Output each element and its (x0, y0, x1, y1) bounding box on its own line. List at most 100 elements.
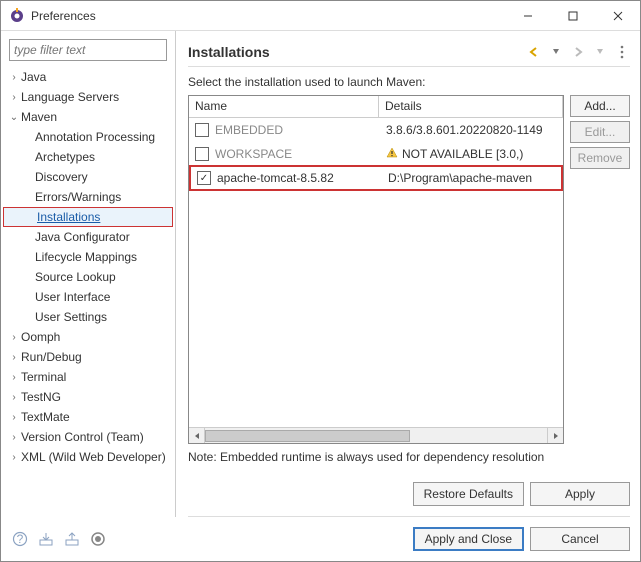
edit-button[interactable]: Edit... (570, 121, 630, 143)
close-button[interactable] (595, 1, 640, 30)
preferences-window: Preferences ›Java›Language Servers⌄Maven… (0, 0, 641, 562)
horizontal-scrollbar[interactable] (189, 427, 563, 443)
forward-menu-icon[interactable] (592, 44, 608, 60)
table-header: Name Details (189, 96, 563, 118)
tree-item[interactable]: ›XML (Wild Web Developer) (1, 447, 175, 467)
export-icon[interactable] (63, 530, 81, 548)
table-body: EMBEDDED3.8.6/3.8.601.20220820-1149WORKS… (189, 118, 563, 427)
tree-item[interactable]: ›Version Control (Team) (1, 427, 175, 447)
tree-item-label: Terminal (21, 370, 66, 384)
tree-item-label: Discovery (35, 170, 88, 184)
tree-item-label: User Settings (35, 310, 107, 324)
add-button[interactable]: Add... (570, 95, 630, 117)
row-checkbox[interactable] (195, 123, 209, 137)
menu-icon[interactable] (614, 44, 630, 60)
tree-item-label: Language Servers (21, 90, 119, 104)
chevron-down-icon[interactable]: ⌄ (7, 112, 21, 123)
tree-item[interactable]: ›Run/Debug (1, 347, 175, 367)
import-icon[interactable] (37, 530, 55, 548)
row-name: EMBEDDED (215, 123, 380, 137)
table-buttons: Add... Edit... Remove (570, 95, 630, 444)
back-menu-icon[interactable] (548, 44, 564, 60)
column-name[interactable]: Name (189, 96, 379, 117)
tree-item[interactable]: User Settings (1, 307, 175, 327)
chevron-right-icon[interactable]: › (7, 392, 21, 403)
back-icon[interactable] (526, 44, 542, 60)
tree-item-label: Archetypes (35, 150, 95, 164)
tree-item[interactable]: Installations (3, 207, 173, 227)
chevron-right-icon[interactable]: › (7, 452, 21, 463)
tree-item-label: Java (21, 70, 46, 84)
row-checkbox[interactable]: ✓ (197, 171, 211, 185)
tree-item[interactable]: ›Oomph (1, 327, 175, 347)
filter-input[interactable] (9, 39, 167, 61)
tree-item-label: Java Configurator (35, 230, 130, 244)
tree-item-label: Lifecycle Mappings (35, 250, 137, 264)
sidebar: ›Java›Language Servers⌄MavenAnnotation P… (1, 31, 176, 517)
page-buttons: Restore Defaults Apply (188, 476, 630, 517)
chevron-right-icon[interactable]: › (7, 372, 21, 383)
warning-icon (386, 147, 398, 162)
chevron-right-icon[interactable]: › (7, 92, 21, 103)
row-details: NOT AVAILABLE [3.0,) (386, 147, 557, 162)
tree-item[interactable]: ›Java (1, 67, 175, 87)
footer-icons: ? (11, 530, 413, 548)
tree-item-label: TextMate (21, 410, 70, 424)
tree-item[interactable]: Errors/Warnings (1, 187, 175, 207)
scroll-right-button[interactable] (547, 428, 563, 443)
svg-text:?: ? (17, 532, 24, 546)
tree-item[interactable]: ›Terminal (1, 367, 175, 387)
restore-defaults-button[interactable]: Restore Defaults (413, 482, 524, 506)
table-row[interactable]: ✓apache-tomcat-8.5.82D:\Program\apache-m… (189, 165, 563, 191)
apply-close-button[interactable]: Apply and Close (413, 527, 524, 551)
tree-item-label: Oomph (21, 330, 60, 344)
scroll-left-button[interactable] (189, 428, 205, 443)
footer-buttons: Apply and Close Cancel (413, 527, 630, 551)
chevron-right-icon[interactable]: › (7, 432, 21, 443)
tree-item[interactable]: ›TextMate (1, 407, 175, 427)
chevron-right-icon[interactable]: › (7, 412, 21, 423)
tree-item-label: User Interface (35, 290, 110, 304)
tree-item[interactable]: Lifecycle Mappings (1, 247, 175, 267)
app-icon (9, 8, 25, 24)
page-description: Select the installation used to launch M… (188, 75, 630, 89)
table-row[interactable]: WORKSPACENOT AVAILABLE [3.0,) (189, 142, 563, 166)
help-icon[interactable]: ? (11, 530, 29, 548)
tree-item[interactable]: User Interface (1, 287, 175, 307)
filter-box (9, 39, 167, 61)
scroll-track[interactable] (205, 428, 547, 443)
scroll-thumb[interactable] (205, 430, 410, 442)
tree-item[interactable]: ›TestNG (1, 387, 175, 407)
titlebar: Preferences (1, 1, 640, 31)
chevron-right-icon[interactable]: › (7, 72, 21, 83)
chevron-right-icon[interactable]: › (7, 332, 21, 343)
apply-button[interactable]: Apply (530, 482, 630, 506)
tree-item[interactable]: ⌄Maven (1, 107, 175, 127)
chevron-right-icon[interactable]: › (7, 352, 21, 363)
header-nav (526, 44, 630, 60)
installations-area: Name Details EMBEDDED3.8.6/3.8.601.20220… (188, 95, 630, 444)
tree-item-label: XML (Wild Web Developer) (21, 450, 166, 464)
column-details[interactable]: Details (379, 96, 563, 117)
preferences-tree[interactable]: ›Java›Language Servers⌄MavenAnnotation P… (1, 67, 175, 517)
page-header: Installations (188, 37, 630, 67)
note-text: Note: Embedded runtime is always used fo… (188, 450, 630, 466)
tree-item[interactable]: Java Configurator (1, 227, 175, 247)
tree-item[interactable]: Source Lookup (1, 267, 175, 287)
table-row[interactable]: EMBEDDED3.8.6/3.8.601.20220820-1149 (189, 118, 563, 142)
tree-item[interactable]: Discovery (1, 167, 175, 187)
tree-item-label: Errors/Warnings (35, 190, 121, 204)
tree-item[interactable]: Archetypes (1, 147, 175, 167)
row-checkbox[interactable] (195, 147, 209, 161)
cancel-button[interactable]: Cancel (530, 527, 630, 551)
tree-item[interactable]: ›Language Servers (1, 87, 175, 107)
window-controls (505, 1, 640, 30)
row-details: D:\Program\apache-maven (388, 171, 555, 185)
tree-item[interactable]: Annotation Processing (1, 127, 175, 147)
remove-button[interactable]: Remove (570, 147, 630, 169)
minimize-button[interactable] (505, 1, 550, 30)
tree-item-label: Version Control (Team) (21, 430, 144, 444)
record-icon[interactable] (89, 530, 107, 548)
maximize-button[interactable] (550, 1, 595, 30)
forward-icon[interactable] (570, 44, 586, 60)
